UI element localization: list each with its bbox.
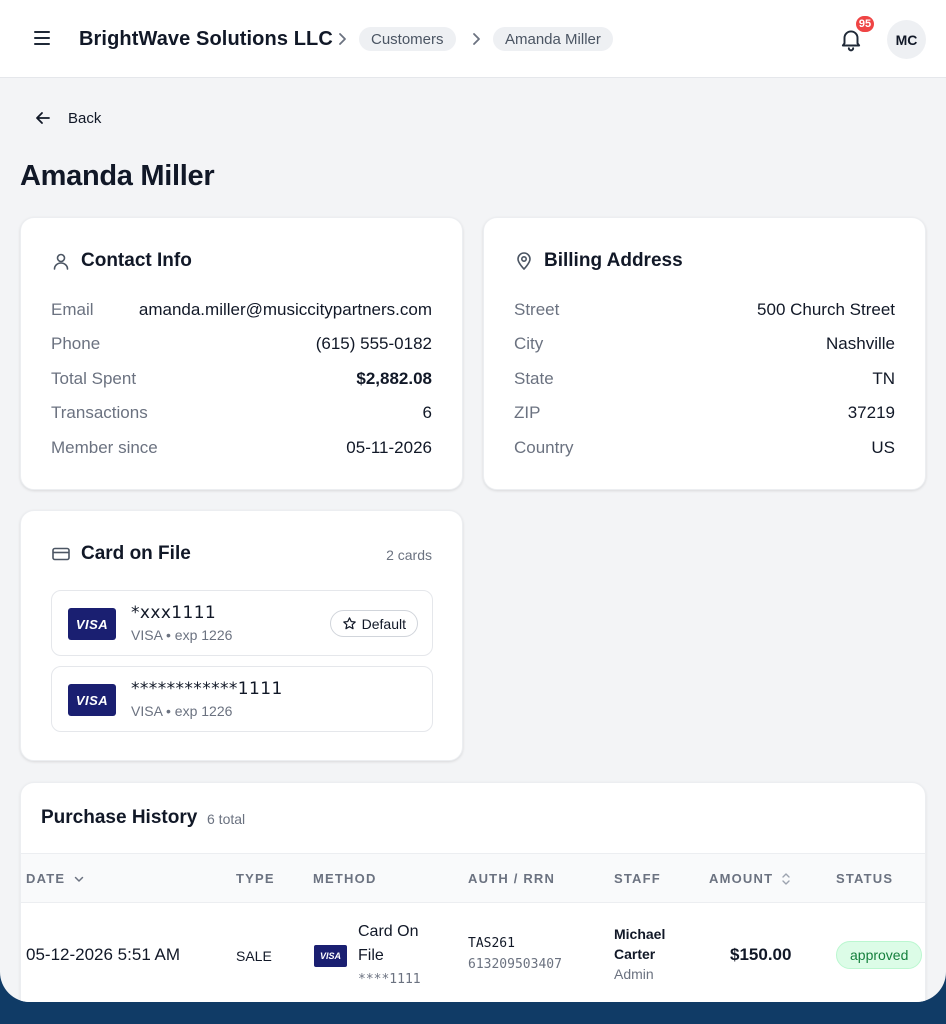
default-label: Default xyxy=(361,615,406,632)
billing-row-zip: ZIP 37219 xyxy=(514,403,895,423)
field-label: City xyxy=(514,334,544,353)
column-header-amount[interactable]: AMOUNT xyxy=(709,871,791,886)
saved-card-item[interactable]: VISA *xxx1111 VISA • exp 1226 Default xyxy=(51,590,433,656)
contact-row-total-spent: Total Spent $2,882.08 xyxy=(51,369,432,389)
billing-address-card: Billing Address Street 500 Church Street… xyxy=(483,217,926,490)
chevron-down-icon xyxy=(74,876,84,882)
field-label: Email xyxy=(51,300,94,319)
arrow-left-icon xyxy=(36,112,50,124)
visa-logo: VISA xyxy=(68,684,116,716)
breadcrumb-current-customer[interactable]: Amanda Miller xyxy=(493,27,613,51)
field-label: Member since xyxy=(51,438,158,457)
back-button[interactable]: Back xyxy=(34,106,101,130)
column-header-date[interactable]: DATE xyxy=(26,871,85,886)
city-value: Nashville xyxy=(826,334,895,353)
state-value: TN xyxy=(872,369,895,388)
total-spent-value: $2,882.08 xyxy=(356,369,432,388)
row-type: SALE xyxy=(236,948,272,964)
company-name: BrightWave Solutions LLC xyxy=(79,28,333,50)
row-staff-role: Admin xyxy=(614,966,654,982)
row-staff-first: Michael xyxy=(614,926,666,942)
row-staff-last: Carter xyxy=(614,946,656,962)
card-on-file-card: Card on File 2 cards VISA *xxx1111 VISA … xyxy=(20,510,463,761)
billing-address-title: Billing Address xyxy=(544,250,683,271)
table-header: DATE TYPE METHOD AUTH / RRN STAFF AMOUNT… xyxy=(21,853,925,903)
billing-address-header: Billing Address xyxy=(514,250,683,272)
contact-row-email: Email amanda.miller@musiccitypartners.co… xyxy=(51,300,432,320)
phone-value: (615) 555-0182 xyxy=(315,334,432,353)
app-screen: BrightWave Solutions LLC Customers Amand… xyxy=(0,0,946,1002)
field-label: Phone xyxy=(51,334,101,353)
column-header-method: METHOD xyxy=(313,871,377,886)
contact-info-header: Contact Info xyxy=(51,250,192,272)
column-header-staff: STAFF xyxy=(614,871,661,886)
card-number: *xxx1111 xyxy=(131,603,217,623)
visa-logo: VISA xyxy=(314,945,347,967)
avatar[interactable]: MC xyxy=(887,20,926,59)
field-label: Country xyxy=(514,438,574,457)
notification-badge: 95 xyxy=(854,14,876,34)
purchase-history-title: Purchase History xyxy=(41,807,198,828)
member-since-value: 05-11-2026 xyxy=(346,438,432,457)
default-card-button[interactable]: Default xyxy=(329,610,418,637)
contact-row-member-since: Member since 05-11-2026 xyxy=(51,438,432,458)
billing-row-city: City Nashville xyxy=(514,334,895,354)
zip-value: 37219 xyxy=(847,403,895,422)
billing-row-state: State TN xyxy=(514,369,895,389)
field-label: State xyxy=(514,369,554,388)
column-label: AMOUNT xyxy=(709,871,774,886)
row-method-line1: Card On xyxy=(358,923,419,940)
column-header-status: STATUS xyxy=(836,871,894,886)
purchase-history-card: Purchase History 6 total DATE TYPE METHO… xyxy=(20,782,926,1002)
field-label: ZIP xyxy=(514,403,541,422)
back-label: Back xyxy=(68,109,102,127)
menu-icon[interactable] xyxy=(30,26,54,50)
page-title: Amanda Miller xyxy=(20,160,215,192)
column-header-type: TYPE xyxy=(236,871,275,886)
row-date: 05-12-2026 5:51 AM xyxy=(26,945,181,964)
street-value: 500 Church Street xyxy=(757,300,895,319)
email-value: amanda.miller@musiccitypartners.com xyxy=(138,300,432,319)
card-on-file-title: Card on File xyxy=(81,543,191,564)
card-expiry: VISA • exp 1226 xyxy=(131,627,233,643)
contact-info-title: Contact Info xyxy=(81,250,192,271)
transactions-value: 6 xyxy=(422,403,432,422)
row-rrn: 613209503407 xyxy=(468,957,562,972)
card-count: 2 cards xyxy=(386,547,432,563)
credit-card-icon xyxy=(52,547,70,561)
chevron-right-icon xyxy=(471,29,483,49)
row-auth-code: TAS261 xyxy=(468,936,515,951)
contact-info-card: Contact Info Email amanda.miller@musicci… xyxy=(20,217,463,490)
purchase-history-total: 6 total xyxy=(207,811,246,827)
row-method-line2: File xyxy=(358,947,384,964)
billing-row-street: Street 500 Church Street xyxy=(514,300,895,320)
user-icon xyxy=(53,253,69,270)
saved-card-item[interactable]: VISA ************1111 VISA • exp 1226 xyxy=(51,666,433,732)
field-label: Street xyxy=(514,300,560,319)
chevron-right-icon xyxy=(337,29,349,49)
card-on-file-header: Card on File xyxy=(51,543,191,565)
country-value: US xyxy=(871,438,895,457)
column-header-auth-rrn: AUTH / RRN xyxy=(468,871,556,886)
card-expiry: VISA • exp 1226 xyxy=(131,703,233,719)
row-method-card: ****1111 xyxy=(358,972,421,987)
sort-icon xyxy=(782,872,790,885)
field-label: Transactions xyxy=(51,403,148,422)
contact-row-phone: Phone (615) 555-0182 xyxy=(51,334,432,354)
card-number: ************1111 xyxy=(131,679,283,699)
status-badge: approved xyxy=(836,941,923,969)
field-label: Total Spent xyxy=(51,369,137,388)
column-label: DATE xyxy=(26,871,66,886)
breadcrumb-customers[interactable]: Customers xyxy=(359,27,456,51)
contact-row-transactions: Transactions 6 xyxy=(51,403,432,423)
star-icon xyxy=(342,617,356,630)
row-amount: $150.00 xyxy=(730,945,792,964)
visa-logo: VISA xyxy=(68,608,116,640)
map-pin-icon xyxy=(517,252,531,270)
top-bar: BrightWave Solutions LLC Customers Amand… xyxy=(0,0,946,78)
billing-row-country: Country US xyxy=(514,438,895,458)
